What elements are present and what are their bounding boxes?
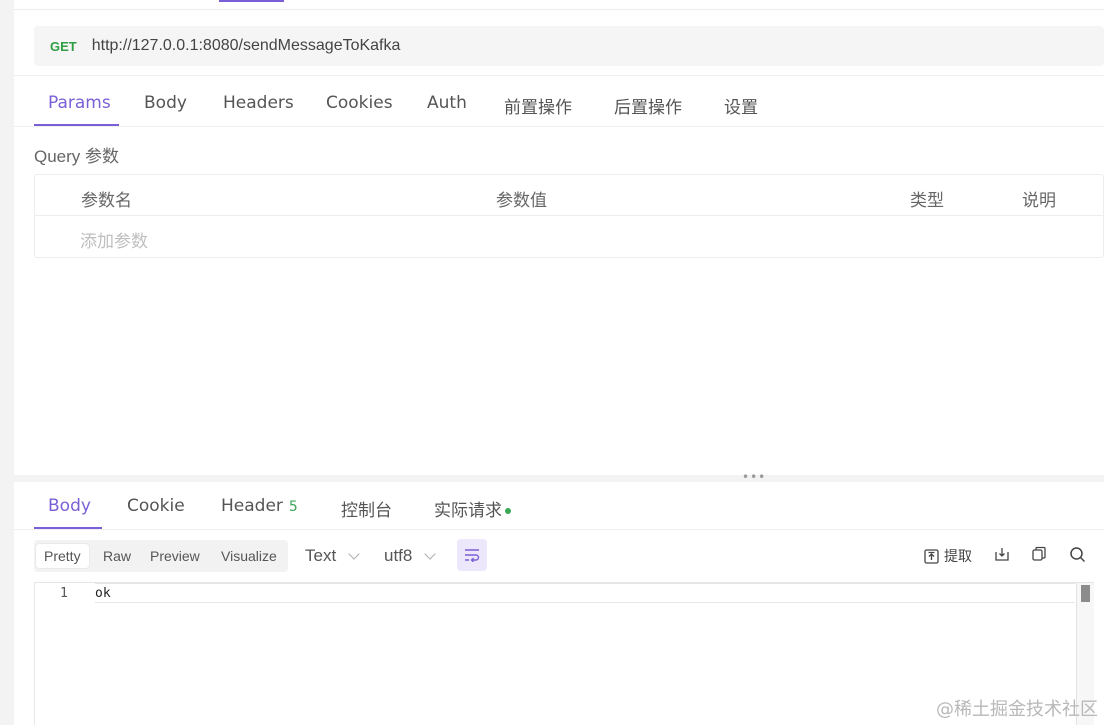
tab-cookies[interactable]: Cookies: [326, 93, 393, 113]
column-description: 说明: [1022, 191, 1056, 211]
divider: [14, 126, 1104, 127]
request-panel: GET http://127.0.0.1:8080/sendMessageToK…: [14, 0, 1104, 475]
extract-label: 提取: [944, 549, 972, 565]
download-icon: [995, 548, 1009, 561]
tab-auth[interactable]: Auth: [427, 93, 467, 113]
status-dot-icon: [505, 508, 511, 514]
view-raw-button[interactable]: Raw: [95, 544, 139, 568]
tab-actual-request-label: 实际请求: [434, 501, 502, 521]
tab-console[interactable]: 控制台: [341, 496, 392, 521]
column-param-name: 参数名: [81, 191, 132, 211]
tab-response-cookie[interactable]: Cookie: [127, 496, 185, 516]
url-input[interactable]: http://127.0.0.1:8080/sendMessageToKafka: [92, 37, 401, 55]
add-param-input[interactable]: 添加参数: [80, 227, 148, 252]
column-param-value: 参数值: [496, 191, 547, 211]
tab-pre-script[interactable]: 前置操作: [504, 93, 572, 118]
chevron-down-icon: [348, 547, 360, 560]
tab-headers[interactable]: Headers: [223, 93, 294, 113]
copy-icon: [1032, 546, 1046, 561]
http-method[interactable]: GET: [50, 39, 77, 54]
editor-gutter-border: [34, 583, 35, 725]
line-number: 1: [60, 586, 68, 601]
tab-response-header-label: Header: [221, 496, 283, 516]
format-select-value: Text: [305, 546, 337, 565]
word-wrap-button[interactable]: [457, 539, 487, 571]
view-preview-button[interactable]: Preview: [142, 544, 208, 568]
download-button[interactable]: [994, 546, 1010, 562]
format-select[interactable]: Text: [305, 546, 360, 566]
view-pretty-button[interactable]: Pretty: [36, 544, 89, 568]
response-toolbar: 提取: [924, 546, 1104, 566]
view-visualize-button[interactable]: Visualize: [213, 544, 285, 568]
extract-button[interactable]: 提取: [924, 546, 972, 566]
search-button[interactable]: [1069, 546, 1086, 563]
divider: [14, 529, 1104, 530]
params-table-header: 参数名 参数值 类型 说明: [35, 175, 1103, 216]
tab-actual-request[interactable]: 实际请求: [434, 496, 511, 521]
copy-button[interactable]: [1031, 546, 1047, 562]
tab-settings[interactable]: 设置: [724, 93, 758, 118]
wrap-icon: [465, 549, 480, 562]
url-bar[interactable]: GET http://127.0.0.1:8080/sendMessageToK…: [34, 26, 1104, 66]
query-params-label: Query 参数: [34, 147, 120, 166]
params-table: 参数名 参数值 类型 说明 添加参数: [34, 174, 1104, 258]
chevron-down-icon: [424, 547, 437, 560]
scrollbar-thumb[interactable]: [1081, 585, 1090, 602]
code-line: ok: [95, 583, 1075, 603]
encoding-select-value: utf8: [384, 546, 413, 565]
extract-icon: [924, 548, 939, 564]
encoding-select[interactable]: utf8: [384, 546, 437, 566]
header-count-badge: 5: [288, 499, 298, 515]
response-panel: Body Cookie Header 5 控制台 实际请求 Pretty Raw …: [14, 482, 1104, 725]
watermark: @稀土掘金技术社区: [936, 699, 1098, 720]
divider: [14, 75, 1104, 76]
column-type: 类型: [910, 191, 944, 211]
divider: [14, 9, 1104, 10]
code-line-text: ok: [95, 586, 111, 601]
response-body-editor[interactable]: 1 ok: [34, 582, 1094, 725]
tab-response-header[interactable]: Header 5: [221, 496, 298, 516]
search-icon: [1070, 547, 1086, 563]
tab-body[interactable]: Body: [144, 93, 187, 113]
tab-response-body[interactable]: Body: [48, 496, 91, 516]
active-request-tab-indicator: [219, 0, 284, 2]
view-mode-group: Pretty Raw Preview Visualize: [34, 540, 288, 572]
tab-params[interactable]: Params: [48, 93, 111, 113]
tab-post-script[interactable]: 后置操作: [614, 93, 682, 118]
